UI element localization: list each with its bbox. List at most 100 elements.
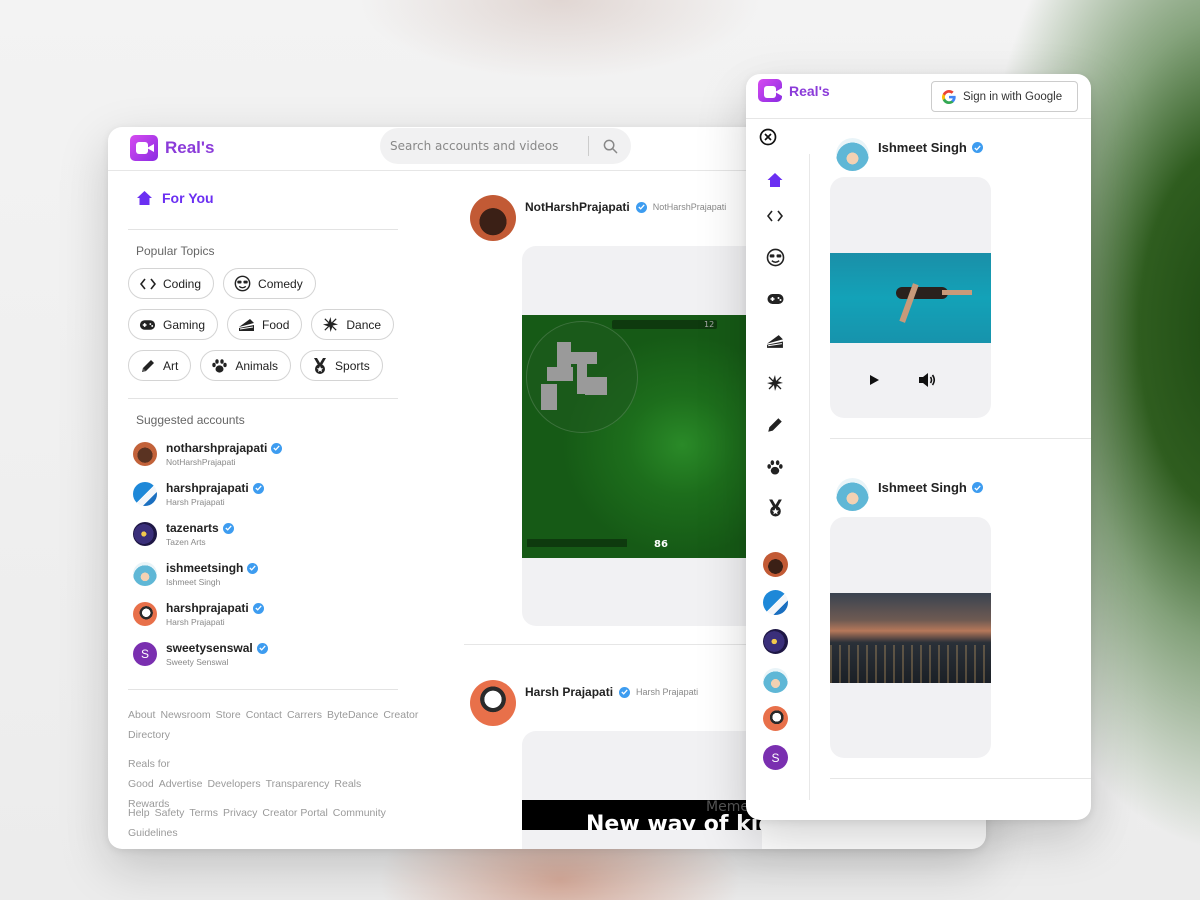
footer-link[interactable]: Contact: [246, 709, 282, 721]
video-card[interactable]: 86 12: [522, 246, 762, 626]
rail-avatar[interactable]: S: [763, 745, 788, 770]
topic-chip-coding[interactable]: Coding: [128, 268, 215, 299]
gamepad-icon: [139, 316, 156, 333]
footer-link[interactable]: Developers: [207, 778, 260, 790]
medal-icon: [311, 357, 328, 374]
avatar[interactable]: [836, 478, 869, 511]
paw-icon[interactable]: [764, 456, 786, 478]
rail-avatar[interactable]: [763, 668, 788, 693]
verified-icon: [635, 201, 647, 213]
mobile-window: Real's Sign in with Google S Ishmeet Sin…: [746, 74, 1091, 820]
footer-link[interactable]: About: [128, 709, 155, 721]
suggested-account[interactable]: ishmeetsingh Ishmeet Singh: [133, 561, 259, 587]
home-icon[interactable]: [764, 169, 786, 191]
suggested-account[interactable]: harshprajapati Harsh Prajapati: [133, 601, 264, 627]
footer-link[interactable]: Carrers: [287, 709, 322, 721]
cake-icon: [238, 316, 255, 333]
post-author-name[interactable]: NotHarshPrajapati: [525, 200, 630, 214]
disco-icon[interactable]: [764, 372, 786, 394]
google-sign-in-label: Sign in with Google: [963, 90, 1063, 103]
topic-label: Sports: [335, 358, 370, 373]
brand-name: Real's: [165, 138, 215, 157]
search-input[interactable]: Search accounts and videos: [380, 139, 588, 153]
suggested-account[interactable]: S sweetysenswal Sweety Senswal: [133, 641, 268, 667]
topic-chip-food[interactable]: Food: [227, 309, 303, 340]
footer-link[interactable]: ByteDance: [327, 709, 378, 721]
topic-chip-dance[interactable]: Dance: [311, 309, 395, 340]
meme-caption: New way of kidnapping: [586, 812, 762, 830]
suggested-account[interactable]: tazenarts Tazen Arts: [133, 521, 234, 547]
verified-icon: [271, 442, 283, 454]
rail-avatar[interactable]: [763, 590, 788, 615]
video-thumbnail[interactable]: [830, 593, 991, 683]
video-thumbnail[interactable]: Meme New way of kidnapping: [522, 800, 762, 830]
hud-top-bar: [612, 320, 717, 329]
cake-icon[interactable]: [764, 330, 786, 352]
footer-link[interactable]: Transparency: [266, 778, 330, 790]
search-icon[interactable]: [589, 139, 631, 154]
code-icon[interactable]: [764, 205, 786, 227]
verified-icon: [256, 642, 268, 654]
verified-icon: [252, 482, 264, 494]
medal-icon[interactable]: [764, 497, 786, 519]
feed-divider: [830, 438, 1091, 439]
rail-avatar[interactable]: [763, 629, 788, 654]
brand-logo[interactable]: Real's: [758, 79, 830, 102]
brand-logo[interactable]: Real's: [130, 135, 214, 161]
search-bar[interactable]: Search accounts and videos: [380, 128, 631, 164]
post-header: Harsh Prajapati Harsh Prajapati: [470, 680, 698, 726]
rail-divider: [809, 154, 810, 800]
topic-chip-gaming[interactable]: Gaming: [128, 309, 219, 340]
footer-links-row: Help Safety Terms Privacy Creator Portal Comm…: [128, 803, 403, 843]
google-sign-in-button[interactable]: Sign in with Google: [931, 81, 1078, 112]
nav-for-you[interactable]: For You: [136, 190, 214, 206]
close-icon[interactable]: [757, 126, 779, 148]
post-author-name[interactable]: Ishmeet Singh: [878, 480, 967, 495]
topic-chip-art[interactable]: Art: [128, 350, 192, 381]
sunglasses-smiley-icon[interactable]: [764, 246, 786, 268]
hud-health: 86: [654, 539, 668, 550]
video-card[interactable]: [830, 517, 991, 758]
footer-link[interactable]: Privacy: [223, 807, 257, 819]
topic-label: Coding: [163, 276, 202, 291]
footer-link[interactable]: Help: [128, 807, 150, 819]
avatar[interactable]: [470, 195, 516, 241]
post-author-name[interactable]: Harsh Prajapati: [525, 685, 613, 699]
video-card[interactable]: [830, 177, 991, 418]
minimap: [526, 321, 638, 433]
volume-icon[interactable]: [918, 372, 936, 388]
swimmer: [896, 287, 948, 299]
play-icon[interactable]: [870, 375, 879, 385]
footer-link[interactable]: Store: [216, 709, 241, 721]
video-thumbnail[interactable]: 86 12: [522, 315, 762, 558]
account-name: Harsh Prajapati: [166, 617, 225, 627]
avatar: [133, 562, 157, 586]
video-thumbnail[interactable]: [830, 253, 991, 343]
topic-chip-comedy[interactable]: Comedy: [223, 268, 316, 299]
avatar[interactable]: [836, 138, 869, 171]
suggested-account[interactable]: notharshprajapati NotHarshPrajapati: [133, 441, 283, 467]
rail-avatar[interactable]: [763, 706, 788, 731]
paw-icon: [211, 357, 228, 374]
suggested-account[interactable]: harshprajapati Harsh Prajapati: [133, 481, 264, 507]
video-card[interactable]: Meme New way of kidnapping: [522, 731, 762, 849]
hud-bottom-bar: [527, 539, 627, 547]
footer-links-row: About Newsroom Store Contact Carrers ByteDanc…: [128, 705, 418, 745]
gamepad-icon[interactable]: [764, 288, 786, 310]
topic-chip-sports[interactable]: Sports: [300, 350, 383, 381]
footer-link[interactable]: Advertise: [159, 778, 203, 790]
rail-avatar[interactable]: [763, 552, 788, 577]
popular-topics-title: Popular Topics: [136, 244, 215, 258]
footer-link[interactable]: Newsroom: [160, 709, 210, 721]
pencil-icon[interactable]: [764, 414, 786, 436]
avatar[interactable]: [470, 680, 516, 726]
sidebar-divider: [128, 229, 398, 230]
avatar: [133, 482, 157, 506]
footer-link[interactable]: Terms: [189, 807, 218, 819]
footer-link[interactable]: Safety: [155, 807, 185, 819]
sidebar-divider: [128, 689, 398, 690]
account-name: Harsh Prajapati: [166, 497, 225, 507]
footer-link[interactable]: Creator Portal: [262, 807, 327, 819]
post-author-name[interactable]: Ishmeet Singh: [878, 140, 967, 155]
topic-chip-animals[interactable]: Animals: [200, 350, 292, 381]
